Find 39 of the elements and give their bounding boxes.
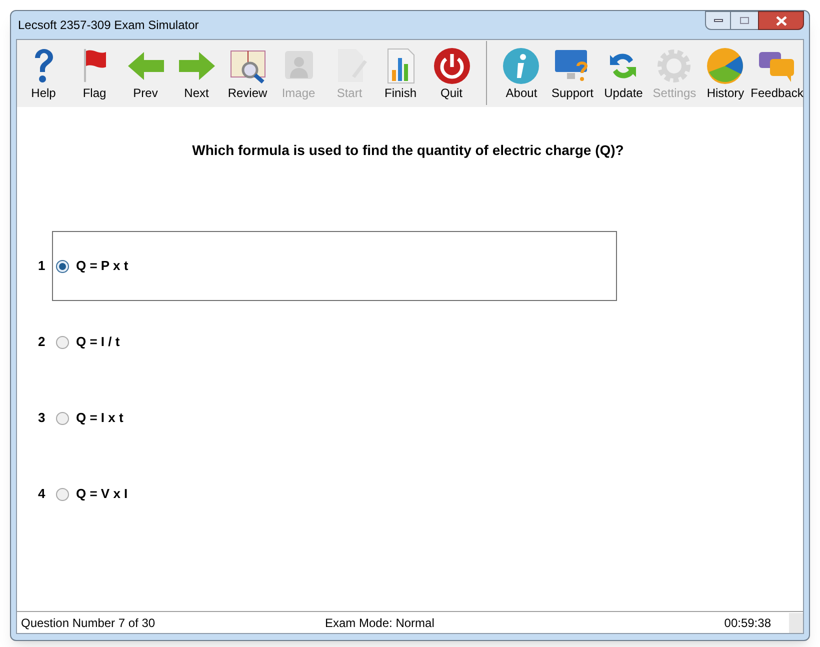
radio-button[interactable] xyxy=(56,336,69,348)
size-grip xyxy=(789,612,803,632)
toolbar-button[interactable]: Finish xyxy=(375,40,426,106)
toolbar-button[interactable]: Prev xyxy=(120,40,171,106)
minimize-icon xyxy=(714,19,722,22)
question-text: Which formula is used to find the quantity of electric charge (Q)? xyxy=(191,141,625,160)
maximize-icon xyxy=(740,17,749,24)
answer-option[interactable]: Q = I x t xyxy=(56,408,124,428)
question-number: Question Number 7 of 30 xyxy=(20,614,156,632)
option-number: 2 xyxy=(38,333,46,352)
option-number: 1 xyxy=(38,257,46,276)
window-title: Lecsoft 2357-309 Exam Simulator xyxy=(17,17,199,34)
option-number: 4 xyxy=(38,485,46,504)
maximize-button[interactable] xyxy=(731,11,758,30)
minimize-button[interactable] xyxy=(705,11,731,30)
exam-mode: Exam Mode: Normal xyxy=(325,614,434,632)
radio-button[interactable] xyxy=(56,260,69,272)
toolbar-button[interactable]: Review xyxy=(222,40,273,106)
answer-option[interactable]: Q = V x I xyxy=(56,484,128,504)
radio-button[interactable] xyxy=(56,488,69,500)
toolbar-button[interactable]: Feedback xyxy=(750,40,803,106)
close-icon xyxy=(776,16,786,26)
power-icon xyxy=(432,46,472,86)
pie-chart-icon xyxy=(705,46,746,86)
toolbar-button[interactable]: Support xyxy=(546,40,598,106)
timer: 00:59:38 xyxy=(724,614,771,632)
close-button[interactable] xyxy=(758,11,804,30)
toolbar-button[interactable]: About xyxy=(496,40,547,106)
toolbar-button[interactable]: Next xyxy=(171,40,222,106)
toolbar-button[interactable]: Help xyxy=(18,40,69,106)
toolbar-button[interactable]: Flag xyxy=(69,40,120,106)
toolbar-button[interactable]: Update xyxy=(598,40,649,106)
answer-option[interactable]: Q = I / t xyxy=(56,332,120,352)
toolbar-button[interactable]: History xyxy=(700,40,751,106)
toolbar-button[interactable]: Quit xyxy=(426,40,477,106)
answer-option[interactable]: Q = P x t xyxy=(56,256,128,276)
info-icon xyxy=(501,46,542,86)
radio-button[interactable] xyxy=(56,412,69,424)
option-number: 3 xyxy=(38,409,46,428)
